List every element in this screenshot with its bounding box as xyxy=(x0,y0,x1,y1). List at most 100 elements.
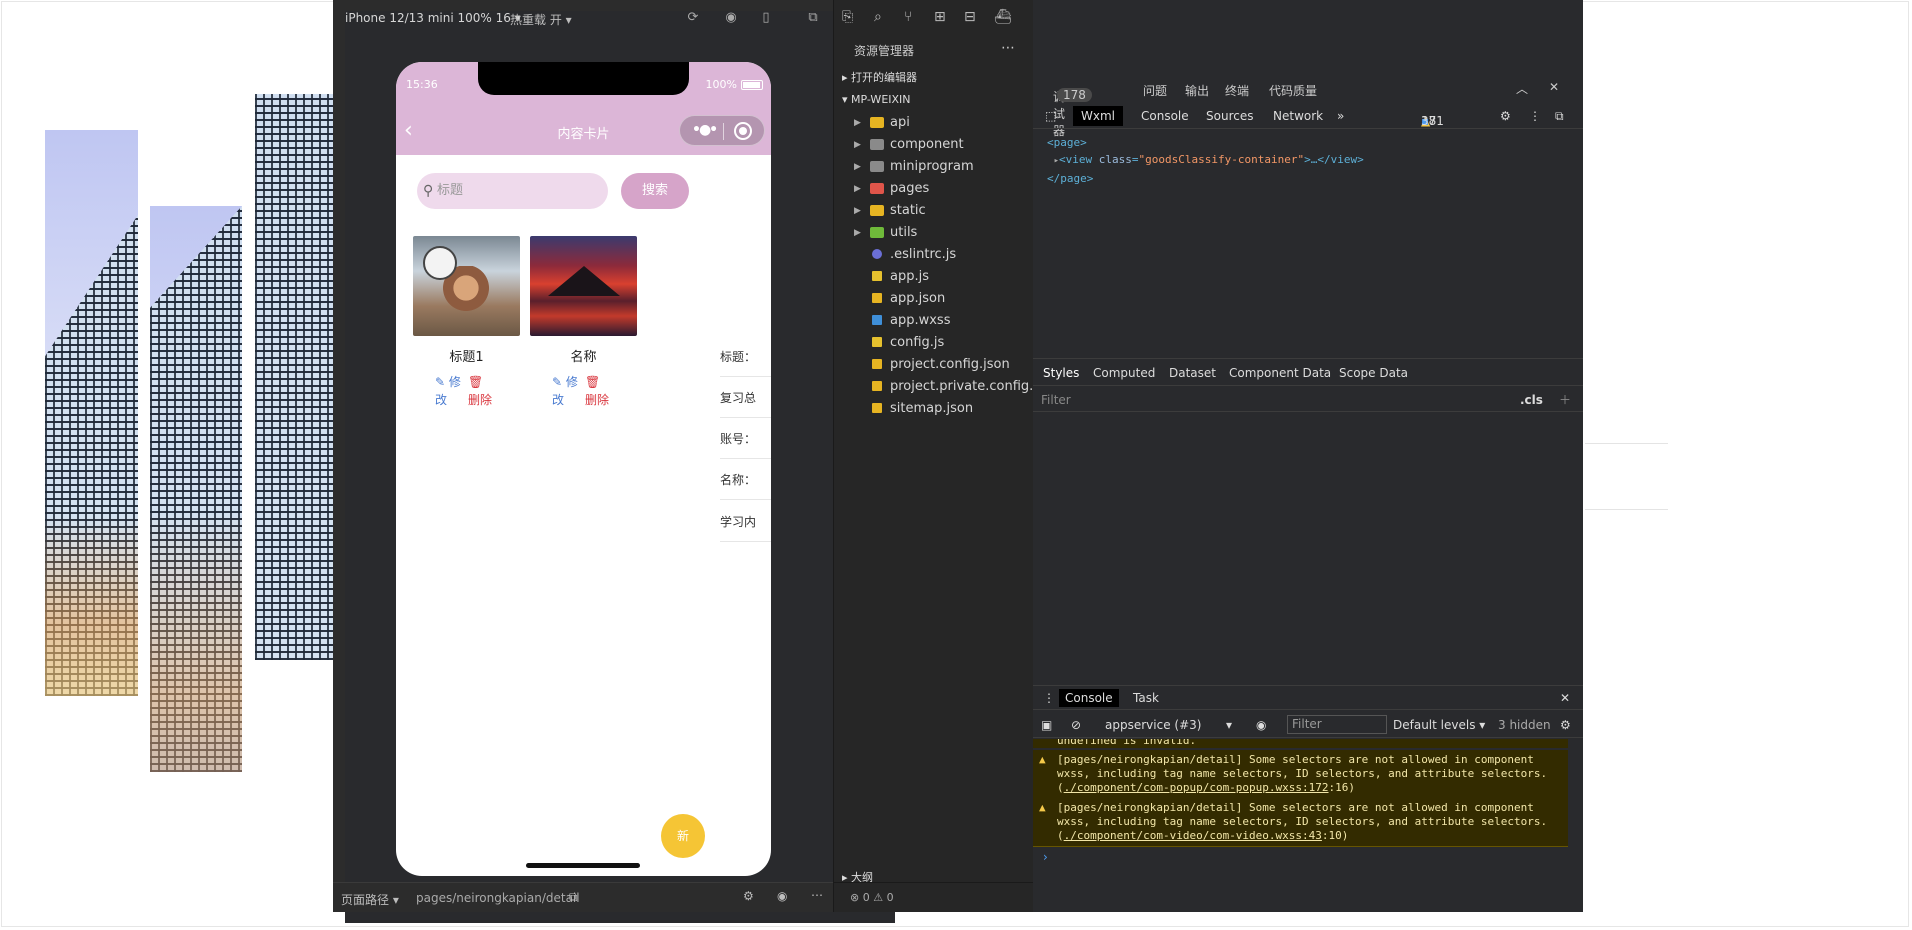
tab-console[interactable]: Console xyxy=(1141,109,1189,123)
tab-console-drawer[interactable]: Console xyxy=(1059,689,1119,707)
tab-output[interactable]: 输出 xyxy=(1185,82,1209,99)
levels-selector[interactable]: Default levels ▾ xyxy=(1393,718,1485,732)
more-tabs-icon[interactable]: » xyxy=(1337,109,1344,123)
edit-button[interactable]: ✎ 修改 xyxy=(552,373,582,409)
clear-console-icon[interactable]: ⊘ xyxy=(1071,718,1081,732)
folder-item[interactable]: ▶ miniprogram xyxy=(834,156,1034,178)
code-line[interactable]: ▸<view class="goodsClassify-container">…… xyxy=(1047,151,1364,170)
chevron-right-icon[interactable]: ▶ xyxy=(854,134,861,156)
window-icon[interactable]: ⧉ xyxy=(805,10,821,26)
eye-icon[interactable]: ◉ xyxy=(777,889,787,903)
kebab-icon[interactable]: ⋮ xyxy=(1529,109,1541,123)
open-editors-section[interactable]: ▸ 打开的编辑器 xyxy=(834,67,1034,89)
card-image[interactable] xyxy=(530,236,637,336)
branch-icon[interactable]: ⑂ xyxy=(904,9,912,25)
content-card[interactable]: 标题1 ✎ 修改 🗑删除 xyxy=(413,236,520,417)
file-item[interactable]: project.config.json xyxy=(834,354,1034,376)
folder-item[interactable]: ▶ pages xyxy=(834,178,1034,200)
extensions-icon[interactable]: ⊞ xyxy=(934,9,946,25)
delete-button[interactable]: 🗑删除 xyxy=(468,373,494,409)
tab-component-data[interactable]: Component Data xyxy=(1229,366,1331,380)
close-icon[interactable]: ✕ xyxy=(1549,80,1559,94)
inspect-icon[interactable]: ⬚ xyxy=(1045,109,1056,123)
chevron-right-icon[interactable]: ▶ xyxy=(854,112,861,134)
dropdown-icon[interactable]: ▾ xyxy=(1226,718,1232,732)
styles-filter[interactable]: Filter .cls ＋ xyxy=(1033,388,1583,412)
tab-terminal[interactable]: 终端 xyxy=(1225,82,1249,99)
close-miniprogram-icon[interactable] xyxy=(734,122,752,140)
tab-network[interactable]: Network xyxy=(1273,109,1323,123)
code-line[interactable]: <page> xyxy=(1047,134,1364,151)
refresh-icon[interactable]: ⟳ xyxy=(685,10,701,26)
console-filter-input[interactable]: Filter xyxy=(1287,715,1387,734)
tab-sources[interactable]: Sources xyxy=(1206,109,1253,123)
tab-task[interactable]: Task xyxy=(1133,691,1159,705)
copy-icon[interactable]: ⧉ xyxy=(569,890,578,905)
source-link[interactable]: ./component/com-popup/com-popup.wxss:172 xyxy=(1064,781,1329,794)
file-item[interactable]: config.js xyxy=(834,332,1034,354)
phone-screen: 15:36 100% ‹ 内容卡片 •●• ⚲ 标题 搜索 标题1 ✎ 修改 🗑… xyxy=(396,62,771,876)
page-path-toggle[interactable]: 页面路径 ▾ xyxy=(341,891,399,908)
file-item[interactable]: sitemap.json xyxy=(834,398,1034,420)
gear-icon[interactable]: ⚙ xyxy=(1560,718,1571,732)
sidebar-toggle-icon[interactable]: ▣ xyxy=(1041,718,1052,732)
settings-icon[interactable]: ⚙ xyxy=(743,889,754,903)
tab-code-quality[interactable]: 代码质量 xyxy=(1269,82,1317,99)
tab-styles[interactable]: Styles xyxy=(1043,366,1079,380)
project-section[interactable]: ▾ MP-WEIXIN xyxy=(834,89,1034,111)
more-icon[interactable]: ⋯ xyxy=(811,888,823,902)
tab-issues[interactable]: 问题 xyxy=(1143,82,1167,99)
folder-item[interactable]: ▶ static xyxy=(834,200,1034,222)
content-card[interactable]: 名称 ✎ 修改 🗑删除 xyxy=(530,236,637,417)
file-item[interactable]: app.json xyxy=(834,288,1034,310)
problems-status[interactable]: ⊗ 0 ⚠ 0 xyxy=(834,882,1034,912)
phone-icon[interactable]: ▯ xyxy=(758,10,774,26)
tab-scope-data[interactable]: Scope Data xyxy=(1339,366,1408,380)
add-style-icon[interactable]: ＋ xyxy=(1559,391,1571,408)
search-icon[interactable]: ⌕ xyxy=(874,9,882,25)
file-item[interactable]: app.wxss xyxy=(834,310,1034,332)
gear-icon[interactable]: ⚙ xyxy=(1500,109,1511,123)
code-line[interactable]: </page> xyxy=(1047,170,1364,187)
collapse-icon[interactable]: ︿ xyxy=(1516,80,1528,97)
more-dots-icon[interactable]: •●• xyxy=(692,122,718,138)
delete-button[interactable]: 🗑删除 xyxy=(585,373,611,409)
tab-wxml[interactable]: Wxml xyxy=(1073,106,1123,126)
new-fab-button[interactable]: 新 xyxy=(661,814,705,858)
record-icon[interactable]: ◉ xyxy=(723,10,739,26)
folder-item[interactable]: ▶ utils xyxy=(834,222,1034,244)
tab-dataset[interactable]: Dataset xyxy=(1169,366,1216,380)
edit-button[interactable]: ✎ 修改 xyxy=(435,373,465,409)
storage-icon[interactable]: ⊟ xyxy=(964,9,976,25)
chevron-right-icon[interactable]: ▶ xyxy=(854,156,861,178)
chevron-right-icon[interactable]: ▶ xyxy=(854,200,861,222)
edit-icon: ✎ xyxy=(435,375,446,389)
nav-bar: 15:36 100% ‹ 内容卡片 •●• xyxy=(396,62,771,155)
context-selector[interactable]: appservice (#3) xyxy=(1105,718,1201,732)
file-item[interactable]: project.private.config.js... xyxy=(834,376,1034,398)
kebab-icon[interactable]: ⋮ xyxy=(1043,691,1055,705)
close-icon[interactable]: ✕ xyxy=(1560,691,1570,705)
search-button[interactable]: 搜索 xyxy=(621,173,689,209)
folder-icon xyxy=(870,139,884,150)
folder-icon xyxy=(870,117,884,128)
dock-icon[interactable]: ⧉ xyxy=(1555,109,1564,124)
hot-reload-toggle[interactable]: 热重载 开 ▾ xyxy=(510,11,572,28)
file-item[interactable]: .eslintrc.js xyxy=(834,244,1034,266)
more-icon[interactable]: ⋯ xyxy=(1001,40,1015,56)
search-input[interactable]: ⚲ 标题 xyxy=(417,173,608,209)
files-icon[interactable]: ⎘ xyxy=(842,9,853,25)
cls-toggle[interactable]: .cls xyxy=(1520,393,1543,407)
folder-item[interactable]: ▶ api xyxy=(834,112,1034,134)
docker-icon[interactable]: ⛴ xyxy=(994,9,1012,25)
eye-icon[interactable]: ◉ xyxy=(1256,718,1266,732)
folder-item[interactable]: ▶ component xyxy=(834,134,1034,156)
capsule-menu[interactable]: •●• xyxy=(679,115,765,146)
chevron-right-icon[interactable]: ▶ xyxy=(854,178,861,200)
card-image[interactable] xyxy=(413,236,520,336)
tab-computed[interactable]: Computed xyxy=(1093,366,1155,380)
console-prompt[interactable]: › xyxy=(1043,850,1048,864)
file-item[interactable]: app.js xyxy=(834,266,1034,288)
source-link[interactable]: ./component/com-video/com-video.wxss:43 xyxy=(1064,829,1322,842)
chevron-right-icon[interactable]: ▶ xyxy=(854,222,861,244)
